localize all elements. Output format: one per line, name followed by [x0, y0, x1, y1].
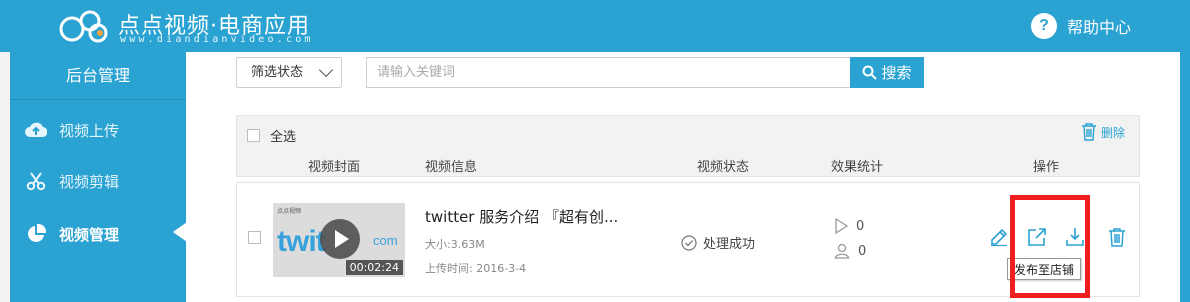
user-count: 0	[834, 243, 866, 259]
sidebar-item-video-upload[interactable]: 视频上传	[10, 104, 186, 156]
select-all-label: 全选	[270, 130, 297, 145]
scissors-icon	[25, 170, 47, 192]
play-outline-icon	[835, 218, 848, 234]
delete-selected-button[interactable]: 删除	[1081, 123, 1125, 141]
column-header-status: 视频状态	[697, 160, 750, 175]
highlight-box	[1010, 195, 1090, 298]
play-count: 0	[834, 218, 864, 234]
delete-label: 删除	[1100, 125, 1125, 140]
column-header-info: 视频信息	[425, 160, 478, 175]
edit-icon[interactable]	[989, 227, 1009, 247]
thumbnail-logo-text: twit	[277, 225, 326, 258]
brand-url: www.diandianvideo.com	[120, 34, 314, 45]
search-button[interactable]: 搜索	[850, 57, 924, 88]
help-center-label: 帮助中心	[1067, 18, 1132, 37]
sidebar-item-label: 视频剪辑	[59, 172, 120, 191]
status-filter-select[interactable]: 筛选状态	[236, 57, 342, 88]
search-placeholder: 请输入关键词	[377, 65, 456, 80]
question-icon: ?	[1031, 13, 1057, 39]
table-row: 点点视频 twit com 00:02:24 twitter 服务介绍 『超有创…	[236, 182, 1140, 297]
search-input[interactable]: 请输入关键词	[366, 57, 850, 88]
sidebar-item-video-edit[interactable]: 视频剪辑	[10, 155, 186, 207]
row-checkbox[interactable]	[248, 231, 261, 244]
select-all-checkbox[interactable]	[247, 129, 260, 142]
column-header-actions: 操作	[1033, 160, 1060, 175]
column-header-cover: 视频封面	[308, 160, 361, 175]
top-bar: 点点视频·电商应用 www.diandianvideo.com ? 帮助中心	[0, 0, 1190, 52]
search-button-label: 搜索	[881, 64, 912, 82]
user-icon	[834, 243, 850, 259]
trash-icon	[1081, 123, 1096, 141]
check-circle-icon	[681, 234, 697, 251]
video-status: 处理成功	[681, 233, 755, 252]
thumbnail-logo-suffix: com	[373, 233, 398, 248]
sidebar-item-label: 视频管理	[59, 225, 120, 244]
video-thumbnail[interactable]: 点点视频 twit com 00:02:24	[273, 203, 405, 277]
select-all[interactable]: 全选	[247, 126, 296, 145]
sidebar-title: 后台管理	[10, 52, 186, 100]
sidebar-item-video-manage[interactable]: 视频管理	[10, 208, 186, 260]
thumbnail-tag: 点点视频	[277, 208, 302, 215]
user-count-value: 0	[858, 243, 867, 259]
status-label: 处理成功	[703, 237, 756, 252]
video-duration: 00:02:24	[345, 260, 403, 275]
active-indicator	[173, 222, 187, 242]
chevron-down-icon	[318, 62, 334, 78]
logo-icon	[59, 10, 108, 43]
help-center-link[interactable]: ? 帮助中心	[1031, 13, 1131, 39]
play-icon[interactable]	[320, 219, 360, 259]
video-size: 大小:3.63M	[425, 238, 485, 251]
video-upload-time: 上传时间: 2016-3-4	[425, 262, 527, 275]
cloud-upload-icon	[25, 119, 47, 141]
list-header: 全选 删除 视频封面 视频信息 视频状态 效果统计 操作	[236, 115, 1140, 177]
video-title[interactable]: twitter 服务介绍 『超有创...	[425, 206, 618, 227]
status-filter-label: 筛选状态	[251, 65, 304, 80]
sidebar-item-label: 视频上传	[59, 121, 120, 140]
sidebar: 后台管理 视频上传 视频剪辑 视频管理	[10, 52, 187, 302]
right-frame-border	[1180, 52, 1190, 302]
play-count-value: 0	[856, 218, 865, 234]
trash-icon[interactable]	[1107, 227, 1127, 247]
search-icon	[862, 65, 878, 80]
column-header-stats: 效果统计	[831, 160, 884, 175]
pie-chart-icon	[25, 223, 47, 245]
